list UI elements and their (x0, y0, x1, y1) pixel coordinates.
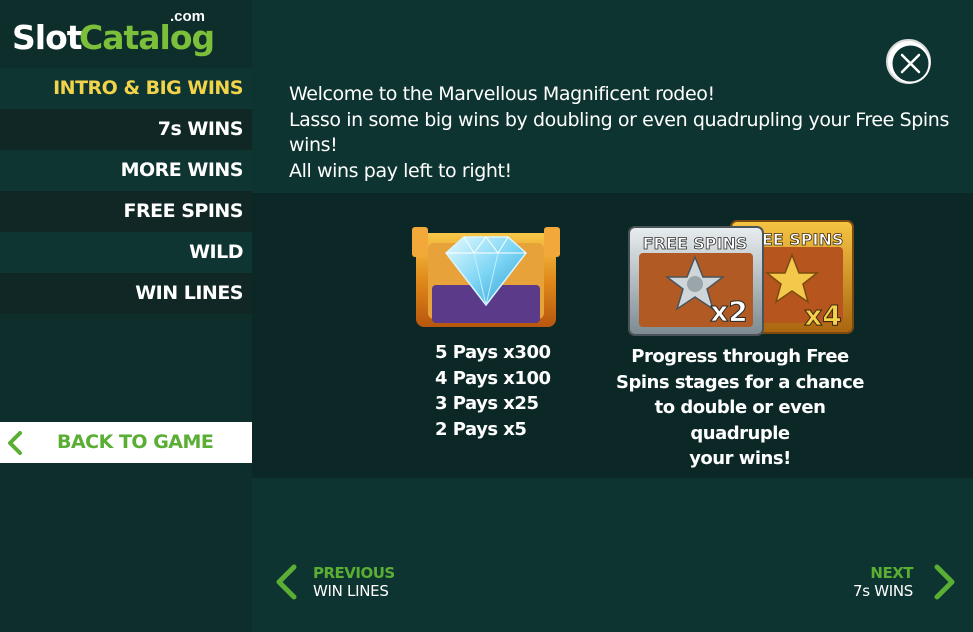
free-spins-mult-1: x2 (710, 295, 748, 328)
free-spins-line: Spins stages for a chance (616, 371, 864, 393)
intro-text: Welcome to the Marvellous Magnificent ro… (289, 82, 959, 184)
main-content: Welcome to the Marvellous Magnificent ro… (252, 0, 973, 632)
free-spins-description: Progress through Free Spins stages for a… (608, 344, 872, 472)
previous-label: PREVIOUS (313, 564, 395, 582)
free-spins-badges-icon: FREE SPINS x4 FREE SPINS x2 (628, 220, 854, 336)
pay-line: 5 Pays x300 (435, 342, 551, 363)
free-spins-line: Progress through Free (631, 346, 849, 367)
nav-item-win-lines[interactable]: WIN LINES (0, 273, 252, 314)
nav-item-more-wins[interactable]: MORE WINS (0, 150, 252, 191)
symbols-panel: 5 Pays x300 4 Pays x100 3 Pays x25 2 Pay… (252, 193, 973, 478)
pay-line: 4 Pays x100 (435, 367, 551, 389)
diamond-symbol-icon (412, 227, 560, 327)
close-icon (890, 43, 931, 84)
slotcatalog-logo[interactable]: Slot Catalog .com (12, 8, 242, 64)
chevron-left-icon (8, 431, 22, 455)
sidebar: Slot Catalog .com INTRO & BIG WINS 7s WI… (0, 0, 252, 632)
next-label: NEXT (870, 564, 913, 582)
nav-item-wild[interactable]: WILD (0, 232, 252, 273)
diamond-paytable: 5 Pays x300 4 Pays x100 3 Pays x25 2 Pay… (435, 340, 585, 442)
free-spins-line: your wins! (689, 448, 791, 469)
previous-page-button[interactable]: PREVIOUS WIN LINES (274, 562, 424, 602)
nav-item-free-spins[interactable]: FREE SPINS (0, 191, 252, 232)
back-to-game-label: BACK TO GAME (57, 431, 214, 453)
intro-line: Lasso in some big wins by doubling or ev… (289, 108, 949, 157)
back-to-game-button[interactable]: BACK TO GAME (0, 422, 252, 463)
free-spins-label-1: FREE SPINS (643, 234, 748, 253)
help-nav: INTRO & BIG WINS 7s WINS MORE WINS FREE … (0, 68, 252, 314)
next-target: 7s WINS (852, 582, 913, 600)
close-button[interactable] (886, 39, 931, 84)
logo-com-text: .com (170, 8, 206, 25)
next-page-button[interactable]: NEXT 7s WINS (842, 562, 957, 602)
nav-item-7s-wins[interactable]: 7s WINS (0, 109, 252, 150)
pay-line: 2 Pays x5 (435, 418, 527, 440)
chevron-right-icon (934, 564, 955, 600)
chevron-left-icon (276, 564, 297, 600)
free-spins-line: to double or even quadruple (654, 397, 826, 444)
previous-target: WIN LINES (313, 582, 389, 600)
free-spins-mult-2: x4 (804, 299, 842, 332)
nav-item-intro-big-wins[interactable]: INTRO & BIG WINS (0, 68, 252, 109)
intro-line: All wins pay left to right! (289, 159, 512, 182)
logo-slot-text: Slot (12, 18, 83, 57)
pay-line: 3 Pays x25 (435, 393, 539, 414)
intro-line: Welcome to the Marvellous Magnificent ro… (289, 83, 715, 105)
